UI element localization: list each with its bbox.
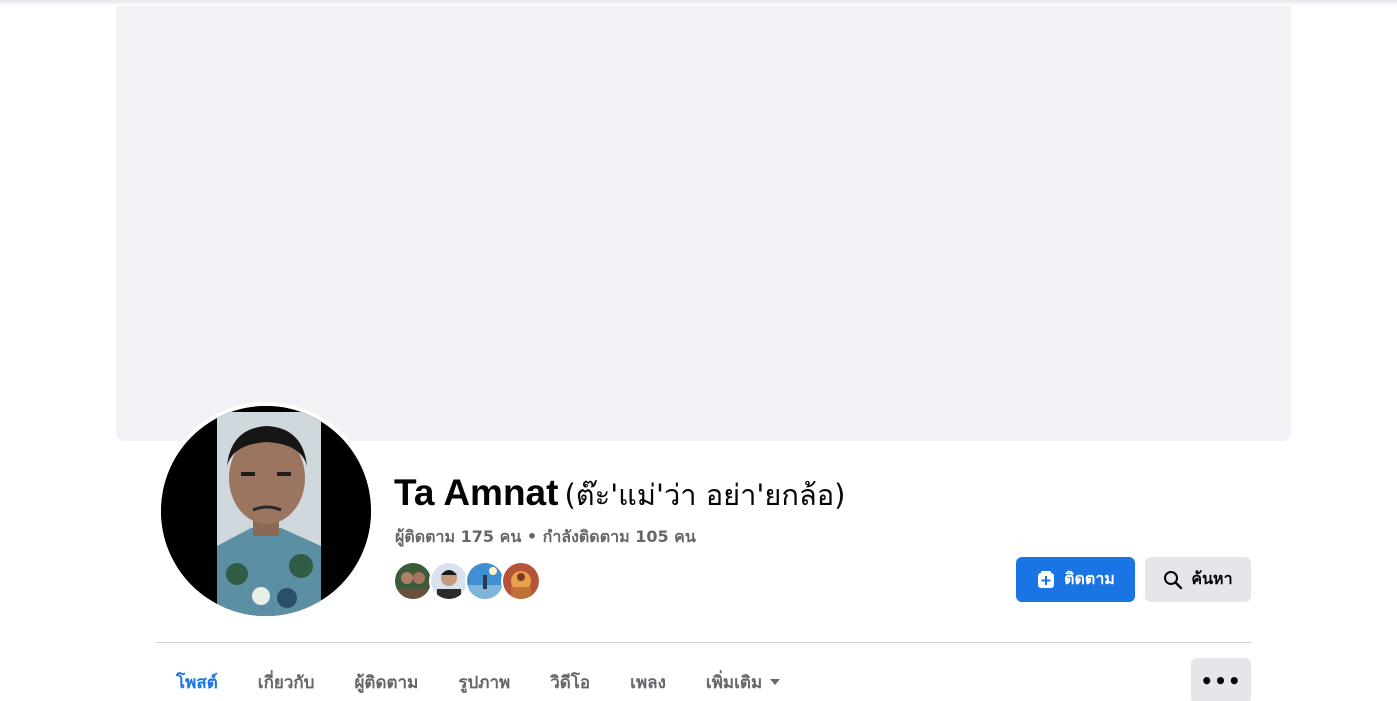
follower-avatar[interactable] — [501, 561, 541, 601]
add-follow-icon — [1036, 570, 1056, 590]
profile-tabs: โพสต์ เกี่ยวกับ ผู้ติดตาม รูปภาพ วิดีโอ … — [156, 658, 800, 701]
magnifier-icon — [1163, 570, 1183, 590]
tab-label: รูปภาพ — [458, 672, 511, 693]
caret-down-icon — [770, 679, 781, 685]
profile-picture-image — [161, 406, 371, 616]
tab-followers[interactable]: ผู้ติดตาม — [334, 658, 438, 701]
tab-label: โพสต์ — [176, 672, 218, 693]
tab-about[interactable]: เกี่ยวกับ — [238, 658, 335, 701]
more-options-button[interactable]: ••• — [1191, 658, 1251, 701]
tab-photos[interactable]: รูปภาพ — [438, 658, 530, 701]
follower-avatar[interactable] — [429, 561, 469, 601]
search-button-label: ค้นหา — [1191, 569, 1233, 588]
cover-photo[interactable] — [116, 6, 1291, 441]
tab-label: เพลง — [630, 672, 666, 693]
follow-button-label: ติดตาม — [1064, 569, 1115, 588]
tab-label: วิดีโอ — [550, 672, 591, 693]
follower-avatar[interactable] — [465, 561, 505, 601]
profile-name: Ta Amnat — [394, 472, 559, 513]
header-divider — [156, 642, 1251, 643]
tab-label: เพิ่มเติม — [705, 672, 763, 693]
follower-stats[interactable]: ผู้ติดตาม 175 คน • กำลังติดตาม 105 คน — [395, 525, 696, 550]
tab-more[interactable]: เพิ่มเติม — [686, 658, 800, 701]
tab-label: เกี่ยวกับ — [257, 672, 315, 693]
tab-videos[interactable]: วิดีโอ — [530, 658, 610, 701]
tab-label: ผู้ติดตาม — [354, 672, 419, 693]
tab-posts[interactable]: โพสต์ — [156, 658, 238, 701]
search-button[interactable]: ค้นหา — [1145, 557, 1251, 602]
follower-avatar[interactable] — [393, 561, 433, 601]
follow-button[interactable]: ติดตาม — [1016, 557, 1135, 602]
profile-alternate-name: (ต๊ะ'แม่'ว่า อย่า'ยกล้อ) — [564, 478, 846, 512]
tab-music[interactable]: เพลง — [610, 658, 686, 701]
profile-name-line: Ta Amnat (ต๊ะ'แม่'ว่า อย่า'ยกล้อ) — [394, 472, 845, 518]
ellipsis-icon: ••• — [1200, 669, 1242, 693]
profile-picture[interactable] — [157, 402, 375, 620]
